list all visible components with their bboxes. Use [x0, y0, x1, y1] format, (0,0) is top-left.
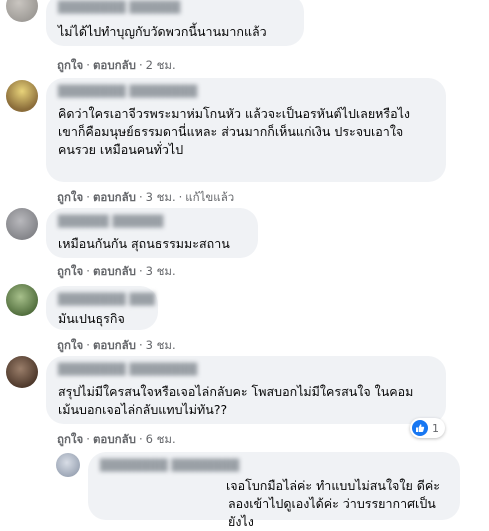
separator-dot: · [178, 190, 183, 204]
separator-dot: · [86, 190, 90, 204]
comment-bubble: ████████ ███ มันเปนธุรกิจ [46, 286, 158, 330]
author-name[interactable]: ████████ ████████ [58, 363, 434, 377]
timestamp[interactable]: 2 ชม. [146, 58, 176, 72]
timestamp[interactable]: 6 ชม. [146, 432, 176, 446]
edited-label[interactable]: แก้ไขแล้ว [185, 190, 234, 204]
like-button[interactable]: ถูกใจ [57, 58, 83, 72]
like-button[interactable]: ถูกใจ [57, 264, 83, 278]
like-button[interactable]: ถูกใจ [57, 190, 83, 204]
separator-dot: · [138, 338, 143, 352]
comment-text: คิดว่าใครเอาจีวรพระมาห่มโกนหัว แล้วจะเป็… [58, 106, 410, 157]
comment-actions: ถูกใจ · ตอบกลับ · 2 ชม. [57, 57, 176, 75]
like-button[interactable]: ถูกใจ [57, 338, 83, 352]
comment-text: มันเปนธุรกิจ [58, 311, 125, 326]
avatar[interactable] [6, 0, 38, 22]
comment-actions: ถูกใจ · ตอบกลับ · 3 ชม. · แก้ไขแล้ว [57, 189, 234, 207]
comment-actions: ถูกใจ · ตอบกลับ · 3 ชม. [57, 337, 176, 355]
comment-actions: ถูกใจ · ตอบกลับ · 6 ชม. [57, 431, 176, 449]
avatar[interactable] [56, 453, 80, 477]
separator-dot: · [138, 264, 143, 278]
reaction-badge[interactable]: 1 [410, 418, 445, 438]
reaction-count: 1 [432, 421, 439, 435]
avatar[interactable] [6, 208, 38, 240]
author-name[interactable]: ████████ ████████ [100, 459, 448, 473]
like-button[interactable]: ถูกใจ [57, 432, 83, 446]
comment-text: เหมือนกันกัน สุถนธรรมมะสถาน [58, 236, 230, 251]
comment-text: ไม่ได้ไปทำบุญกับวัดพวกนี้นานมากแล้ว [58, 24, 267, 39]
separator-dot: · [86, 58, 90, 72]
reply-button[interactable]: ตอบกลับ [93, 338, 136, 352]
author-name[interactable]: ████████ ████████ [58, 85, 434, 99]
timestamp[interactable]: 3 ชม. [146, 338, 176, 352]
reply-button[interactable]: ตอบกลับ [93, 190, 136, 204]
avatar[interactable] [6, 284, 38, 316]
separator-dot: · [86, 338, 90, 352]
separator-dot: · [86, 264, 90, 278]
timestamp[interactable]: 3 ชม. [146, 264, 176, 278]
comment-bubble: ████████ ████████ เจอโบกมือไล่ค่ะ ทำแบบไ… [88, 452, 460, 529]
author-name[interactable]: ████████ ██████ [58, 1, 292, 15]
separator-dot: · [138, 58, 143, 72]
comment-actions: ถูกใจ · ตอบกลับ · 3 ชม. [57, 263, 176, 281]
comment-bubble: ████████ ██████ ไม่ได้ไปทำบุญกับวัดพวกนี… [46, 0, 304, 46]
thumbs-up-icon [412, 420, 428, 436]
comment-text: เจอโบกมือไล่ค่ะ ทำแบบไม่สนใจใย ดีค่ะ ลอง… [226, 478, 444, 529]
comment-bubble: ████████ ████████ สรุปไม่มีใครสนใจหรือเจ… [46, 356, 446, 424]
separator-dot: · [138, 432, 143, 446]
separator-dot: · [86, 432, 90, 446]
avatar[interactable] [6, 356, 38, 388]
separator-dot: · [138, 190, 143, 204]
reply-button[interactable]: ตอบกลับ [93, 58, 136, 72]
author-name[interactable]: ████████ ███ [58, 293, 155, 307]
reply-button[interactable]: ตอบกลับ [93, 432, 136, 446]
comment-bubble: ██████ ██████ เหมือนกันกัน สุถนธรรมมะสถา… [46, 208, 258, 258]
comment-bubble: ████████ ████████ คิดว่าใครเอาจีวรพระมาห… [46, 78, 446, 182]
avatar[interactable] [6, 80, 38, 112]
reply-button[interactable]: ตอบกลับ [93, 264, 136, 278]
comment-text: สรุปไม่มีใครสนใจหรือเจอไล่กลับคะ โพสบอกไ… [58, 384, 414, 417]
author-name[interactable]: ██████ ██████ [58, 215, 246, 229]
timestamp[interactable]: 3 ชม. [146, 190, 176, 204]
